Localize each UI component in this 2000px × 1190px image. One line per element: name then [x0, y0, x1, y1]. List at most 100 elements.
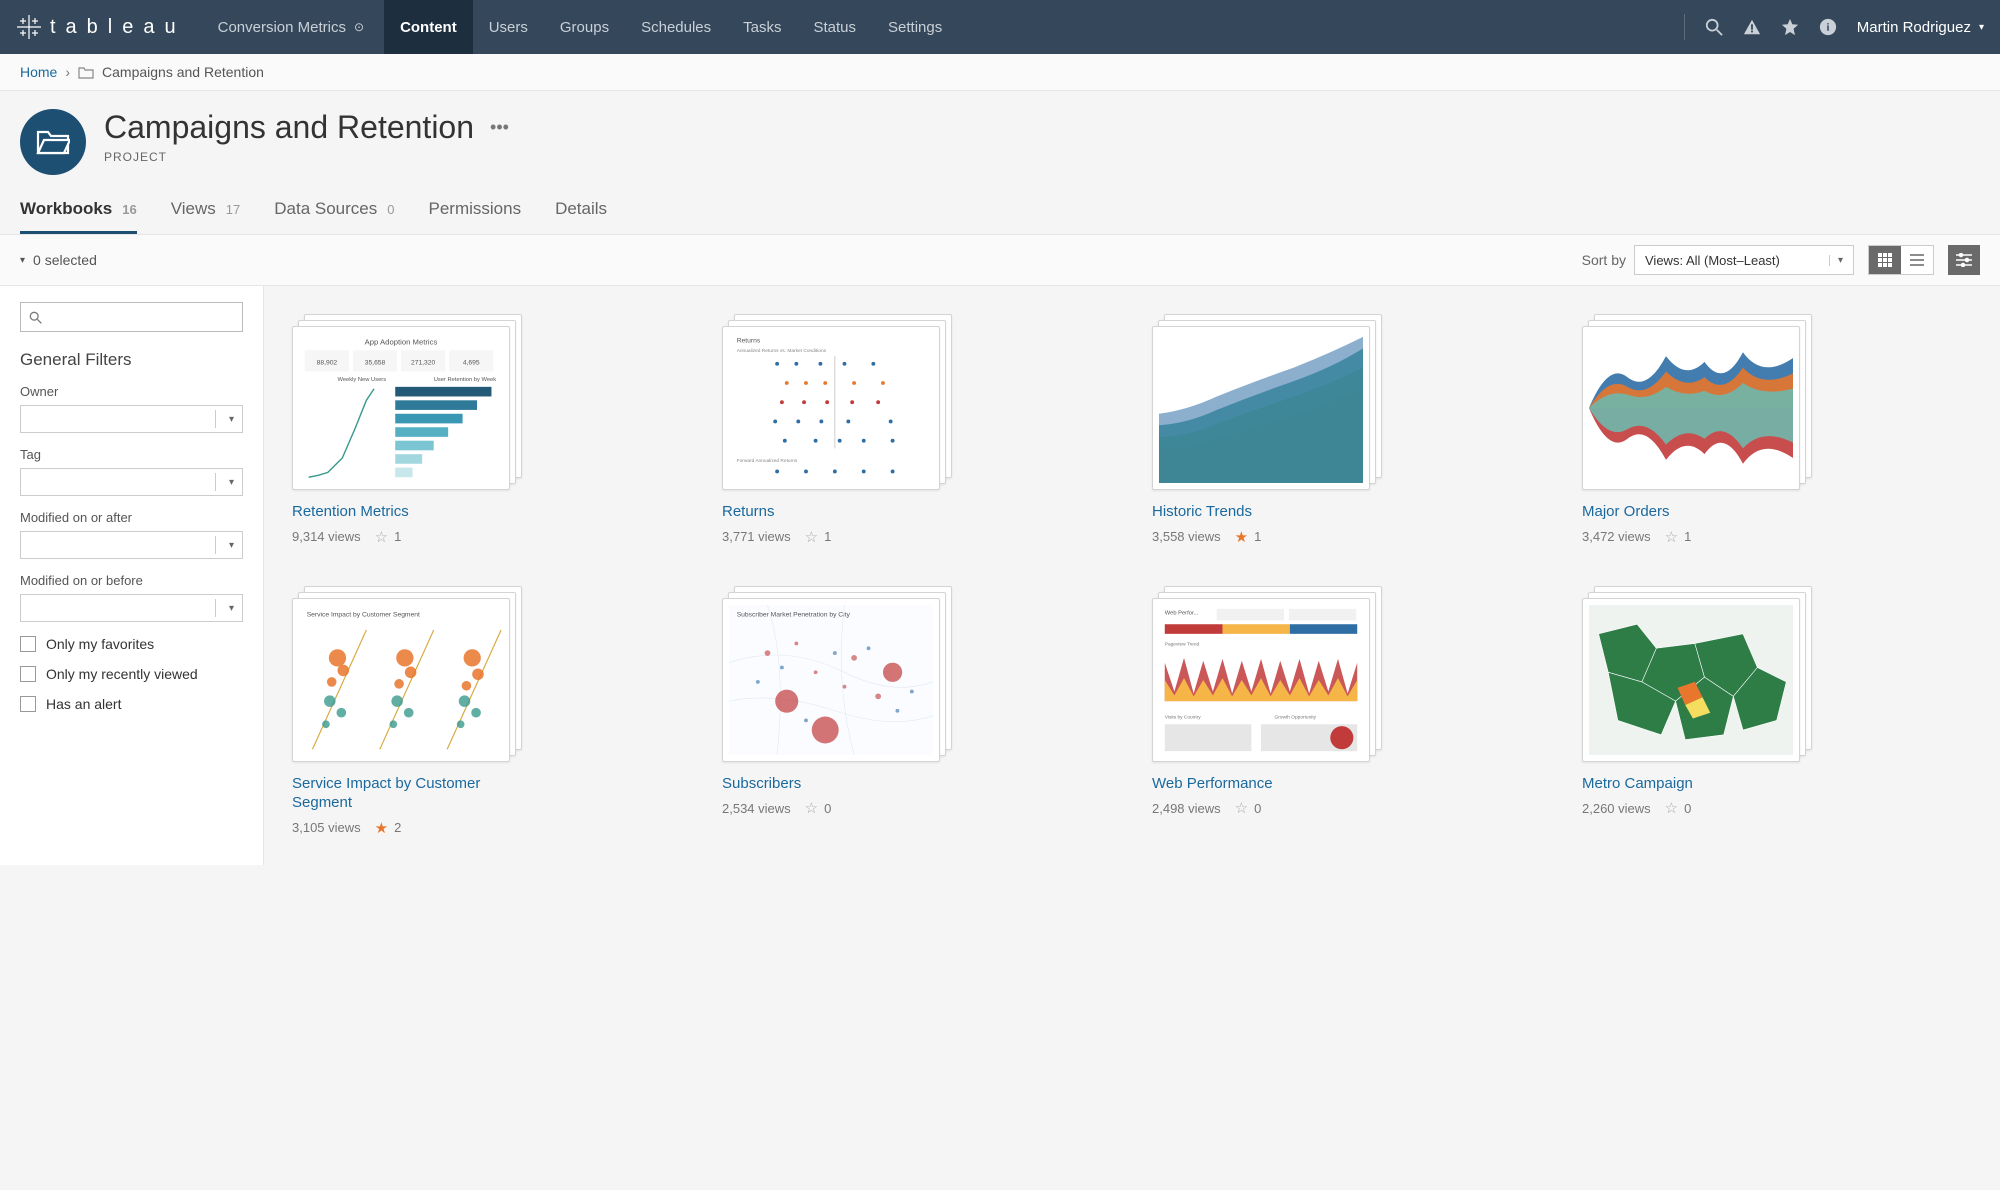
sort-dropdown[interactable]: Views: All (Most–Least) ▾: [1634, 245, 1854, 275]
page-title: Campaigns and Retention •••: [104, 109, 509, 146]
star-icon[interactable]: ☆: [375, 528, 388, 546]
site-picker[interactable]: Conversion Metrics ⊙: [218, 19, 364, 36]
separator: [1684, 14, 1685, 40]
tab-permissions[interactable]: Permissions: [428, 199, 521, 231]
workbook-title[interactable]: Retention Metrics: [292, 502, 522, 522]
chevron-down-icon: ⊙: [354, 20, 364, 34]
filters-section-title: General Filters: [20, 350, 243, 370]
caret-down-icon: ▾: [20, 255, 25, 266]
grid-view-icon[interactable]: [1869, 246, 1901, 274]
workbook-title[interactable]: Web Performance: [1152, 774, 1382, 794]
tab-data-sources[interactable]: Data Sources 0: [274, 199, 394, 231]
breadcrumb-home[interactable]: Home: [20, 64, 57, 80]
workbook-thumbnail[interactable]: Service Impact by Customer Segment: [292, 586, 522, 762]
more-actions-icon[interactable]: •••: [490, 117, 509, 138]
content-area: App Adoption Metrics 88,902 35,658 271,3…: [264, 286, 2000, 865]
workbook-title[interactable]: Major Orders: [1582, 502, 1812, 522]
tab-views[interactable]: Views 17: [171, 199, 241, 231]
star-icon[interactable]: ☆: [805, 528, 818, 546]
check-has-alert[interactable]: Has an alert: [20, 696, 243, 712]
logo-mark-icon: [16, 14, 42, 40]
nav-schedules[interactable]: Schedules: [625, 0, 727, 54]
filters-toggle-icon[interactable]: [1948, 245, 1980, 275]
workbook-views: 3,105 views: [292, 820, 361, 835]
filter-modified-after-dropdown[interactable]: [20, 531, 243, 559]
chevron-down-icon: ▾: [1979, 22, 1984, 33]
workbook-card[interactable]: Returns Annualized Returns vs. Market Co…: [722, 314, 1112, 546]
workbook-fav-count: 1: [1684, 529, 1691, 544]
alerts-icon[interactable]: [1743, 18, 1761, 36]
nav-groups[interactable]: Groups: [544, 0, 625, 54]
workbook-views: 2,260 views: [1582, 801, 1651, 816]
workbook-views: 9,314 views: [292, 529, 361, 544]
toolbar: ▾ 0 selected Sort by Views: All (Most–Le…: [0, 235, 2000, 286]
breadcrumb-separator: ›: [65, 64, 70, 80]
tab-details[interactable]: Details: [555, 199, 607, 231]
workbook-card[interactable]: Metro Campaign 2,260 views ☆ 0: [1582, 586, 1972, 837]
sort-label: Sort by: [1582, 252, 1626, 268]
star-icon[interactable]: ★: [1235, 528, 1248, 546]
workbook-thumbnail[interactable]: [1582, 314, 1812, 490]
filter-modified-before-dropdown[interactable]: [20, 594, 243, 622]
page-header: Campaigns and Retention ••• PROJECT: [0, 91, 2000, 175]
tab-workbooks[interactable]: Workbooks 16: [20, 199, 137, 234]
workbook-thumbnail[interactable]: Returns Annualized Returns vs. Market Co…: [722, 314, 952, 490]
workbook-thumbnail[interactable]: Web Perfor... Pageview Trend Visits by C…: [1152, 586, 1382, 762]
workbook-card[interactable]: Historic Trends 3,558 views ★ 1: [1152, 314, 1542, 546]
workbook-title[interactable]: Historic Trends: [1152, 502, 1382, 522]
workbook-meta: 3,472 views ☆ 1: [1582, 528, 1972, 546]
nav-status[interactable]: Status: [798, 0, 873, 54]
breadcrumb-current: Campaigns and Retention: [102, 64, 264, 80]
nav-content[interactable]: Content: [384, 0, 473, 54]
star-icon[interactable]: ☆: [805, 799, 818, 817]
filter-search-input[interactable]: [48, 310, 234, 325]
svg-text:271,320: 271,320: [411, 360, 436, 367]
workbook-title[interactable]: Service Impact by Customer Segment: [292, 774, 522, 813]
tableau-logo[interactable]: tableau: [16, 14, 186, 40]
workbook-views: 2,498 views: [1152, 801, 1221, 816]
workbook-title[interactable]: Metro Campaign: [1582, 774, 1812, 794]
filter-owner-dropdown[interactable]: [20, 405, 243, 433]
workbook-card[interactable]: Major Orders 3,472 views ☆ 1: [1582, 314, 1972, 546]
workbook-thumbnail[interactable]: [1582, 586, 1812, 762]
nav-settings[interactable]: Settings: [872, 0, 958, 54]
workbook-thumbnail[interactable]: Subscriber Market Penetration by City: [722, 586, 952, 762]
view-mode-toggle: [1868, 245, 1934, 275]
workbook-title[interactable]: Returns: [722, 502, 952, 522]
workbook-card[interactable]: Subscriber Market Penetration by City Su…: [722, 586, 1112, 837]
workbook-meta: 3,558 views ★ 1: [1152, 528, 1542, 546]
filter-search[interactable]: [20, 302, 243, 332]
workbook-title[interactable]: Subscribers: [722, 774, 952, 794]
star-icon[interactable]: ☆: [1235, 799, 1248, 817]
workbook-card[interactable]: App Adoption Metrics 88,902 35,658 271,3…: [292, 314, 682, 546]
workbook-views: 3,472 views: [1582, 529, 1651, 544]
filter-label-owner: Owner: [20, 384, 243, 399]
selection-dropdown[interactable]: ▾ 0 selected: [20, 252, 97, 268]
workbook-meta: 2,260 views ☆ 0: [1582, 799, 1972, 817]
user-menu[interactable]: Martin Rodriguez ▾: [1857, 19, 1984, 36]
svg-text:4,695: 4,695: [463, 360, 480, 367]
selected-count: 0 selected: [33, 252, 97, 268]
workbook-thumbnail[interactable]: [1152, 314, 1382, 490]
workbook-thumbnail[interactable]: App Adoption Metrics 88,902 35,658 271,3…: [292, 314, 522, 490]
svg-text:App Adoption Metrics: App Adoption Metrics: [365, 338, 438, 347]
star-icon[interactable]: ☆: [1665, 799, 1678, 817]
workbook-card[interactable]: Web Perfor... Pageview Trend Visits by C…: [1152, 586, 1542, 837]
check-only-recent[interactable]: Only my recently viewed: [20, 666, 243, 682]
star-icon[interactable]: ★: [375, 819, 388, 837]
check-only-favorites[interactable]: Only my favorites: [20, 636, 243, 652]
search-icon[interactable]: [1705, 18, 1723, 36]
favorites-icon[interactable]: [1781, 18, 1799, 36]
folder-icon: [78, 66, 94, 79]
workbook-card[interactable]: Service Impact by Customer Segment Servi…: [292, 586, 682, 837]
nav-users[interactable]: Users: [473, 0, 544, 54]
svg-text:Growth Opportunity: Growth Opportunity: [1274, 714, 1316, 720]
filter-tag-dropdown[interactable]: [20, 468, 243, 496]
star-icon[interactable]: ☆: [1665, 528, 1678, 546]
checkbox-icon: [20, 636, 36, 652]
info-icon[interactable]: i: [1819, 18, 1837, 36]
tabs: Workbooks 16 Views 17 Data Sources 0 Per…: [0, 175, 2000, 235]
sort-value: Views: All (Most–Least): [1645, 253, 1780, 268]
nav-tasks[interactable]: Tasks: [727, 0, 797, 54]
list-view-icon[interactable]: [1901, 246, 1933, 274]
